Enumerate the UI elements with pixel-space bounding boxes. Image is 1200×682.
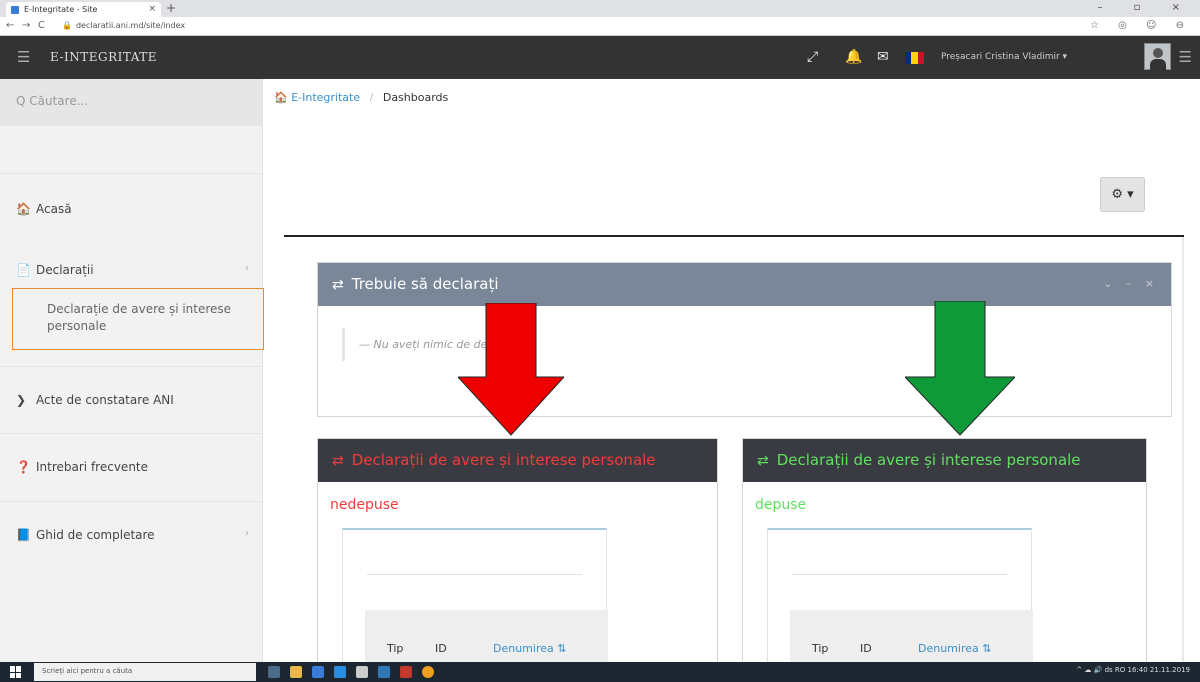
chevron-right-icon: › (245, 528, 249, 539)
app-icon[interactable] (400, 666, 412, 678)
avatar[interactable] (1144, 43, 1171, 70)
url-field[interactable]: 🔒 declaratii.ani.md/site/index (62, 21, 185, 30)
chevron-left-icon: ‹ (245, 263, 249, 274)
system-tray[interactable]: ^ ☁ 🔊 ds RO 16:40 21.11.2019 (1076, 666, 1190, 674)
declarations-table-panel: Tip ID Denumirea ⇅ (342, 528, 608, 670)
column-header-id[interactable]: ID (860, 642, 872, 655)
sidebar-item-intrebari-frecvente[interactable]: ❓ Intrebari frecvente (0, 433, 263, 501)
document-icon: 📄 (16, 263, 31, 277)
widget-title: Declarații de avere și interese personal… (351, 451, 656, 469)
main-content: 🏠 E-Integritate / Dashboards ⚙ ▾ ⇄ Trebui… (264, 79, 1200, 670)
file-explorer-icon[interactable] (290, 666, 302, 678)
transfer-icon: ⇄ (757, 453, 769, 469)
widget-tools[interactable]: ⌄ – × (1103, 277, 1159, 290)
widget-title: Trebuie să declarați (351, 275, 499, 293)
divider (792, 574, 1007, 575)
table-header: Tip ID Denumirea ⇅ (790, 610, 1033, 670)
user-menu[interactable]: Preșacari Cristina Vladimir ▾ (941, 52, 1067, 62)
store-icon[interactable] (312, 666, 324, 678)
sidebar-item-label: Ghid de completare (36, 528, 155, 542)
back-icon[interactable]: ← (6, 20, 14, 31)
tools-icon[interactable]: ⤢ (807, 49, 818, 65)
sidebar-item-label: Declarații (36, 263, 94, 277)
mail-icon[interactable]: ✉ (877, 49, 889, 65)
home-icon: 🏠 (16, 202, 31, 216)
widget-header: ⇄ Trebuie să declarați ⌄ – × (318, 263, 1171, 306)
widget-declaratii-depuse: ⇄ Declarații de avere și interese persona… (742, 438, 1147, 670)
home-icon: 🏠 (274, 91, 288, 104)
language-flag-icon[interactable] (905, 52, 924, 64)
sidebar-item-declaratii[interactable]: 📄 Declarații ‹ (0, 243, 263, 288)
url-text: declaratii.ani.md/site/index (75, 21, 186, 30)
breadcrumb: 🏠 E-Integritate / Dashboards (274, 91, 448, 104)
bell-icon[interactable]: 🔔 (845, 49, 862, 65)
app-header: ☰ E-INTEGRITATE ⤢ 🔔 ✉ Preșacari Cristina… (0, 36, 1200, 79)
site-favicon-icon (11, 6, 19, 14)
sidebar-search-input[interactable]: Q Căutare... (0, 79, 263, 126)
browser-tab[interactable]: E-Integritate - Site × (6, 2, 161, 17)
column-header-denumirea[interactable]: Denumirea ⇅ (918, 642, 991, 655)
column-header-tip[interactable]: Tip (387, 642, 403, 655)
extension-icons[interactable]: ☆ ◎ ☺ ⊖ (1090, 20, 1192, 31)
widget-trebuie-sa-declarati: ⇄ Trebuie să declarați ⌄ – × — Nu aveți n… (317, 262, 1172, 417)
status-label-depuse: depuse (755, 497, 807, 513)
right-panel-toggle-icon[interactable]: ☰ (1179, 48, 1192, 66)
breadcrumb-home-link[interactable]: E-Integritate (291, 91, 360, 104)
sidebar-item-label: Acte de constatare ANI (36, 393, 174, 407)
book-icon: 📘 (16, 528, 31, 542)
transfer-icon: ⇄ (332, 453, 344, 469)
column-header-denumirea[interactable]: Denumirea ⇅ (493, 642, 566, 655)
address-bar: ← → C 🔒 declaratii.ani.md/site/index ☆ ◎ … (0, 17, 1200, 36)
window-controls[interactable]: – ▫ × (1097, 2, 1194, 13)
question-icon: ❓ (16, 460, 31, 474)
breadcrumb-current: Dashboards (382, 91, 449, 104)
widget-declaratii-nedepuse: ⇄ Declarații de avere și interese persona… (317, 438, 718, 670)
edge-icon[interactable] (334, 666, 346, 678)
green-annotation-arrow (905, 301, 1015, 436)
sidebar-item-label: Acasă (36, 202, 72, 216)
red-annotation-arrow (458, 303, 564, 436)
panel-edge (1182, 237, 1184, 662)
new-tab-button[interactable]: + (166, 1, 176, 15)
transfer-icon: ⇄ (332, 277, 344, 293)
column-header-tip[interactable]: Tip (812, 642, 828, 655)
windows-start-icon[interactable] (10, 666, 22, 678)
sidebar-item-acte-constatare[interactable]: ❯ Acte de constatare ANI (0, 366, 263, 433)
declarations-table-panel: Tip ID Denumirea ⇅ (767, 528, 1033, 670)
taskbar-search-input[interactable]: Scrieți aici pentru a căuta (34, 663, 256, 681)
widget-title: Declarații de avere și interese personal… (776, 451, 1081, 469)
menu-toggle-icon[interactable]: ☰ (17, 48, 30, 66)
divider (367, 574, 582, 575)
tab-title: E-Integritate - Site (24, 5, 98, 14)
tab-close-icon[interactable]: × (148, 4, 156, 14)
sidebar-item-ghid-completare[interactable]: 📘 Ghid de completare › (0, 501, 263, 569)
widget-header: ⇄ Declarații de avere și interese persona… (743, 439, 1146, 482)
forward-icon[interactable]: → (22, 20, 30, 31)
app-icon[interactable] (378, 666, 390, 678)
column-header-id[interactable]: ID (435, 642, 447, 655)
reload-icon[interactable]: C (38, 20, 45, 31)
brand-logo[interactable]: E-INTEGRITATE (50, 50, 157, 64)
windows-taskbar: Scrieți aici pentru a căuta ^ ☁ 🔊 ds RO … (0, 662, 1200, 682)
task-view-icon[interactable] (268, 666, 280, 678)
widget-body: — Nu aveți nimic de declarat (318, 306, 1171, 416)
lock-icon: 🔒 (62, 21, 72, 30)
chevron-right-icon: ❯ (16, 393, 27, 407)
sidebar-item-label: Intrebari frecvente (36, 460, 149, 474)
breadcrumb-separator: / (369, 91, 374, 104)
sidebar: Q Căutare... 🏠 Acasă 📄 Declarații ‹ Declar… (0, 79, 264, 662)
status-label-nedepuse: nedepuse (330, 497, 399, 513)
sidebar-subitem-declaratie-avere[interactable]: Declarație de avere și interese personal… (12, 288, 264, 350)
table-header: Tip ID Denumirea ⇅ (365, 610, 608, 670)
browser-tab-bar: E-Integritate - Site × + – ▫ × (0, 0, 1200, 17)
settings-dropdown-button[interactable]: ⚙ ▾ (1100, 177, 1145, 212)
mail-app-icon[interactable] (356, 666, 368, 678)
sidebar-item-acasa[interactable]: 🏠 Acasă (0, 173, 263, 243)
divider (284, 235, 1184, 237)
widget-header: ⇄ Declarații de avere și interese persona… (318, 439, 717, 482)
chrome-icon[interactable] (422, 666, 434, 678)
